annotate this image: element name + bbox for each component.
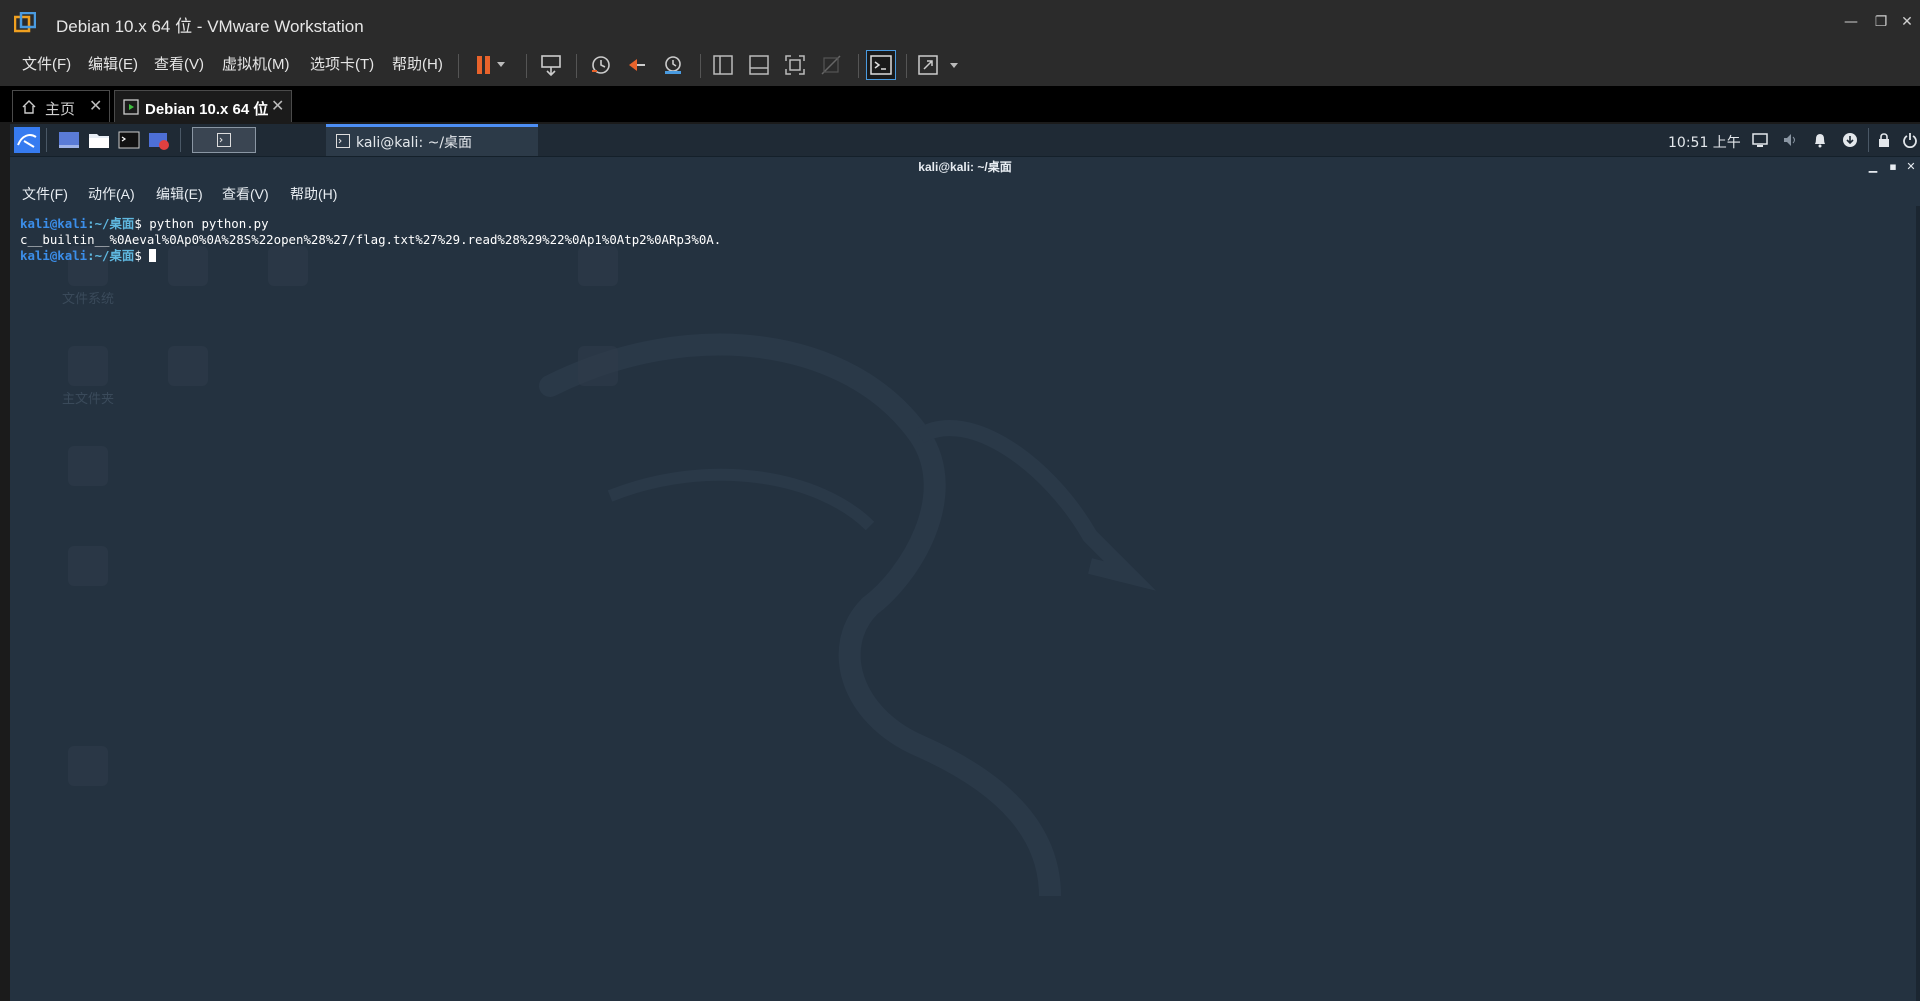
prompt-symbol: $ [134,216,150,231]
tab-bar: 主页 ✕ Debian 10.x 64 位 ✕ [0,86,1920,122]
toolbar-divider [906,54,907,78]
menu-edit[interactable]: 编辑(E) [88,53,138,74]
lock-icon[interactable] [1876,132,1892,148]
snapshot-icon [592,56,610,74]
prompt-user: kali@kali [20,248,88,263]
display-icon[interactable] [1752,132,1768,148]
thumbnail-bar-button[interactable] [744,50,774,80]
guest-screen[interactable]: 文件系统 主文件夹 kali@kali: ~/桌面 10:51 上午 kali@… [10,124,1920,1001]
terminal-menu-help[interactable]: 帮助(H) [290,184,337,204]
snapshot-manager-button[interactable] [658,50,688,80]
close-button[interactable]: ✕ [1892,12,1920,32]
menu-toolbar: 文件(F) 编辑(E) 查看(V) 虚拟机(M) 选项卡(T) 帮助(H) [0,44,1920,87]
toolbar-divider [458,54,459,78]
unity-button[interactable] [816,50,846,80]
stretch-icon [918,55,958,75]
terminal-cursor [149,249,157,262]
notification-bell-icon[interactable] [1812,132,1828,148]
terminal-menu-view[interactable]: 查看(V) [222,184,269,204]
tab-close-button[interactable]: ✕ [89,96,102,116]
panel-divider [46,128,47,152]
power-icon[interactable] [1902,132,1918,148]
tab-home[interactable]: 主页 ✕ [12,90,110,122]
terminal-line: c__builtin__%0Aeval%0Ap0%0A%28S%22open%2… [20,232,1900,248]
show-desktop-icon[interactable] [58,129,80,151]
thumbnail-bar-icon [749,55,769,75]
toolbar-divider [526,54,527,78]
panel-divider [180,128,181,152]
terminal-line: kali@kali:~/桌面$ python python.py [20,216,1900,232]
menu-tabs[interactable]: 选项卡(T) [310,53,374,74]
show-library-button[interactable] [708,50,738,80]
terminal-command: python python.py [149,216,269,231]
tab-debian-label: Debian 10.x 64 位 [145,101,269,118]
minimize-button[interactable]: — [1836,12,1866,32]
update-icon[interactable] [1842,132,1858,148]
kali-menu-icon[interactable] [14,127,40,153]
taskbar-terminal-label: kali@kali: ~/桌面 [356,135,473,151]
toolbar-divider [858,54,859,78]
menu-vm[interactable]: 虚拟机(M) [222,53,290,74]
snapshot-button[interactable] [586,50,616,80]
terminal-output-text: c__builtin__%0Aeval%0Ap0%0A%28S%22open%2… [20,232,722,247]
window-title: Debian 10.x 64 位 - VMware Workstation [56,17,364,36]
menu-help[interactable]: 帮助(H) [392,53,443,74]
prompt-symbol: $ [134,248,150,263]
panel-clock[interactable]: 10:51 上午 [1668,132,1741,152]
unity-icon [821,55,841,75]
console-view-button[interactable] [866,50,896,80]
show-library-icon [713,55,733,75]
prompt-user: kali@kali [20,216,88,231]
tab-debian[interactable]: Debian 10.x 64 位 ✕ [114,90,292,122]
send-keys-icon [541,55,561,77]
tab-home-label: 主页 [45,101,76,118]
console-view-icon [870,55,892,75]
guest-top-panel: kali@kali: ~/桌面 10:51 上午 [10,124,1920,157]
stretch-button[interactable] [914,50,964,80]
terminal-window-title: kali@kali: ~/桌面 [918,160,1012,174]
terminal-menubar: 文件(F) 动作(A) 编辑(E) 查看(V) 帮助(H) [10,178,1920,206]
taskbar-terminal-button[interactable]: kali@kali: ~/桌面 [326,124,538,156]
terminal-menu-actions[interactable]: 动作(A) [88,184,135,204]
prompt-path: :~/桌面 [87,216,135,231]
terminal-menu-edit[interactable]: 编辑(E) [156,184,203,204]
home-icon [22,100,36,114]
send-ctrl-alt-del-button[interactable] [536,50,566,80]
tab-close-button[interactable]: ✕ [271,96,284,116]
pause-button[interactable] [466,50,508,80]
vm-running-icon [123,99,139,115]
vmware-window: Debian 10.x 64 位 - VMware Workstation — … [0,0,1920,1001]
panel-divider [1868,128,1869,152]
snapshot-manager-icon [665,56,681,74]
screen-recorder-icon[interactable] [148,129,170,151]
terminal-maximize-button[interactable]: ▪ [1886,160,1900,174]
fullscreen-icon [785,55,805,75]
volume-icon[interactable] [1782,132,1798,148]
terminal-line: kali@kali:~/桌面$ [20,248,1900,264]
toolbar-divider [576,54,577,78]
terminal-scrollbar[interactable] [1916,206,1920,1001]
revert-snapshot-icon [629,59,645,71]
terminal-menu-file[interactable]: 文件(F) [22,184,68,204]
menu-file[interactable]: 文件(F) [22,53,71,74]
file-manager-icon[interactable] [88,129,110,151]
prompt-path: :~/桌面 [87,248,135,263]
terminal-output[interactable]: kali@kali:~/桌面$ python python.py c__buil… [20,216,1900,976]
pause-icon [477,56,505,74]
terminal-window-icon [217,133,231,147]
fullscreen-button[interactable] [780,50,810,80]
title-bar: Debian 10.x 64 位 - VMware Workstation — … [0,0,1920,44]
revert-snapshot-button[interactable] [622,50,652,80]
workspace-switcher[interactable] [192,127,256,153]
terminal-launcher-icon[interactable] [118,129,140,151]
terminal-window-icon [336,134,350,148]
vmware-logo-icon [14,12,36,33]
terminal-minimize-button[interactable]: ▁ [1866,160,1880,174]
menu-view[interactable]: 查看(V) [154,53,204,74]
toolbar-divider [700,54,701,78]
terminal-close-button[interactable]: ✕ [1904,160,1918,174]
